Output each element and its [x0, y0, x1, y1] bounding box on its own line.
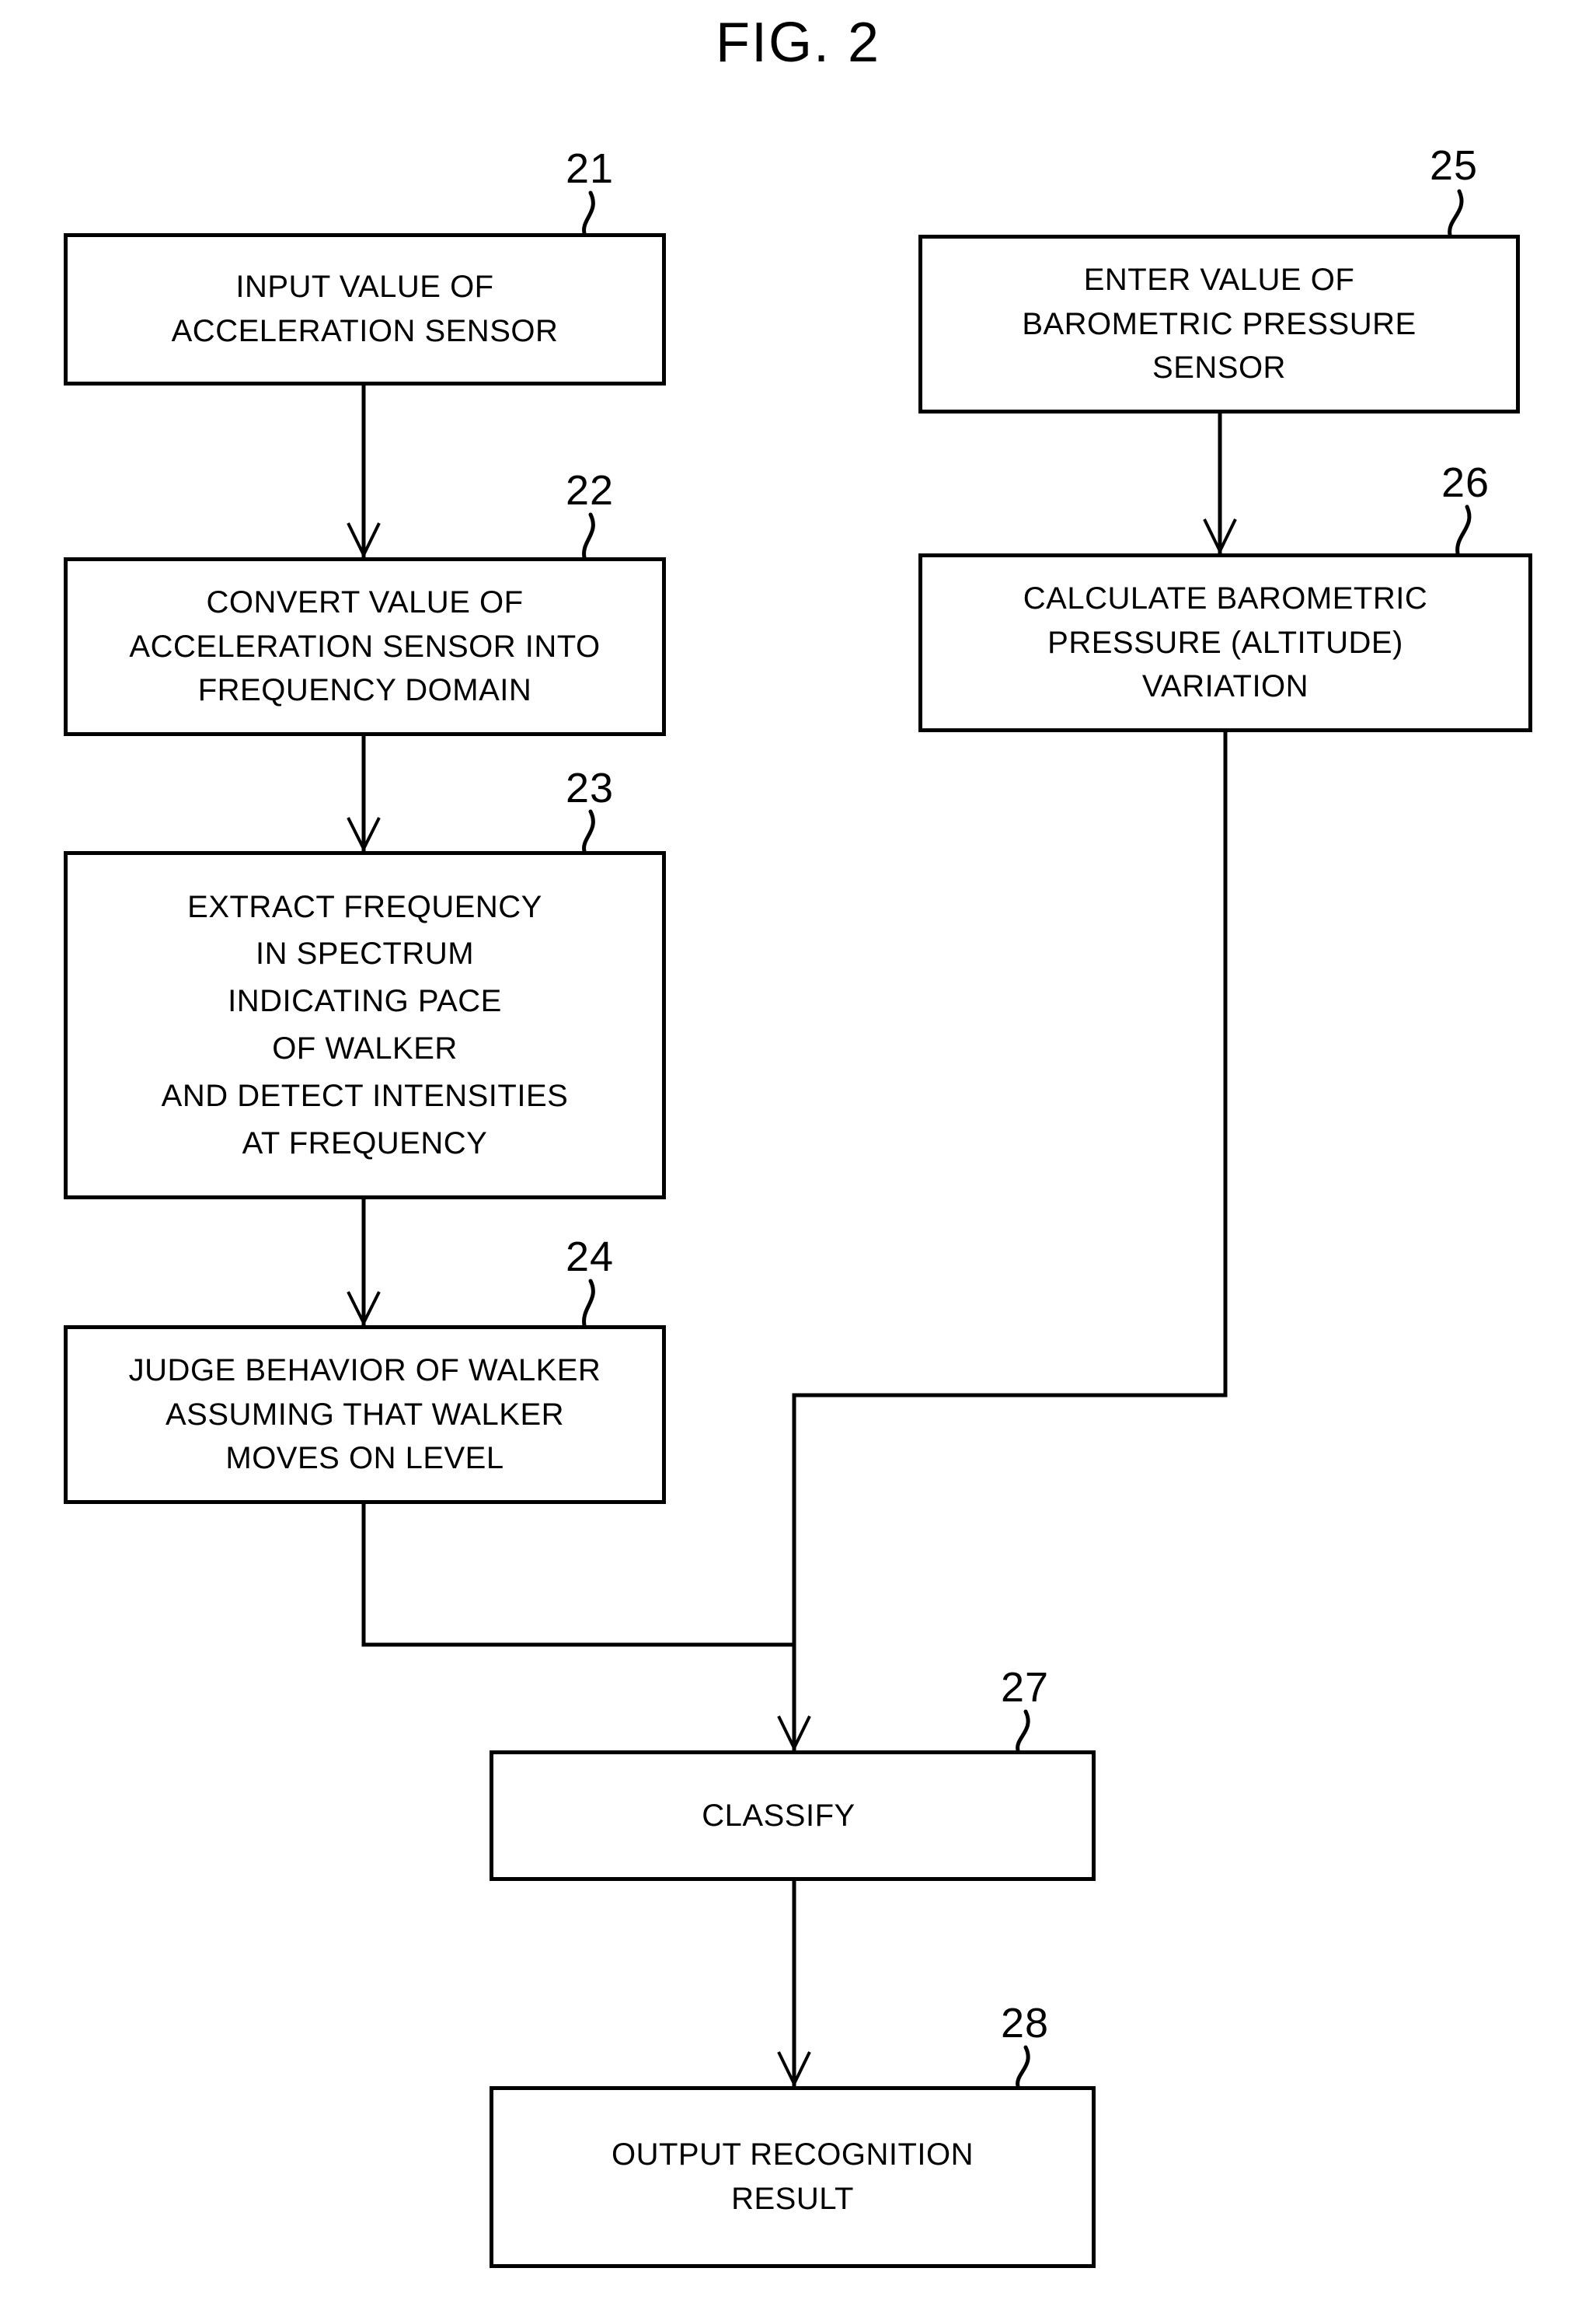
- page-title: FIG. 2: [715, 12, 881, 74]
- process-box-label: OUTPUT RECOGNITION RESULT: [611, 2137, 974, 2216]
- process-box-output-recognition-result[interactable]: OUTPUT RECOGNITION RESULT: [490, 2086, 1096, 2268]
- reference-numeral-21: 21: [566, 145, 615, 192]
- leader-line-22: [582, 512, 595, 560]
- process-box-extract-frequency-spectrum[interactable]: EXTRACT FREQUENCY IN SPECTRUM INDICATING…: [64, 851, 666, 1199]
- leader-line-24: [582, 1279, 595, 1328]
- leader-line-27: [1016, 1709, 1030, 1753]
- figure-sheet: FIG. 2 INPUT VALUE OF ACCELERATION SENSO…: [0, 0, 1596, 2317]
- arrow-23-to-24: [347, 1199, 381, 1327]
- arrow-27-to-28: [777, 1881, 811, 2088]
- leader-line-21: [582, 190, 595, 236]
- path-26-to-27: [777, 732, 1228, 1752]
- path-24-to-27: [361, 1504, 794, 1647]
- process-box-classify[interactable]: CLASSIFY: [490, 1750, 1096, 1881]
- reference-numeral-25: 25: [1430, 142, 1479, 189]
- reference-numeral-22: 22: [566, 467, 615, 514]
- arrow-22-to-23: [347, 736, 381, 853]
- process-box-label: INPUT VALUE OF ACCELERATION SENSOR: [171, 270, 559, 348]
- reference-numeral-23: 23: [566, 765, 615, 811]
- process-box-calculate-pressure-variation[interactable]: CALCULATE BAROMETRIC PRESSURE (ALTITUDE)…: [918, 553, 1532, 732]
- process-box-judge-behavior-of-walker[interactable]: JUDGE BEHAVIOR OF WALKER ASSUMING THAT W…: [64, 1325, 666, 1504]
- process-box-label: EXTRACT FREQUENCY IN SPECTRUM INDICATING…: [161, 889, 569, 1160]
- process-box-label: ENTER VALUE OF BAROMETRIC PRESSURE SENSO…: [1022, 262, 1417, 386]
- process-box-input-acceleration-sensor[interactable]: INPUT VALUE OF ACCELERATION SENSOR: [64, 233, 666, 386]
- reference-numeral-26: 26: [1441, 459, 1490, 506]
- reference-numeral-24: 24: [566, 1234, 615, 1280]
- reference-numeral-28: 28: [1001, 2000, 1050, 2047]
- process-box-enter-barometric-pressure[interactable]: ENTER VALUE OF BAROMETRIC PRESSURE SENSO…: [918, 235, 1520, 414]
- leader-line-26: [1455, 504, 1472, 556]
- process-box-label: JUDGE BEHAVIOR OF WALKER ASSUMING THAT W…: [128, 1352, 601, 1476]
- reference-numeral-27: 27: [1001, 1664, 1050, 1711]
- process-box-label: CONVERT VALUE OF ACCELERATION SENSOR INT…: [129, 584, 601, 708]
- leader-line-28: [1016, 2045, 1030, 2088]
- arrow-25-to-26: [1203, 414, 1237, 555]
- process-box-label: CLASSIFY: [702, 1798, 855, 1833]
- leader-line-23: [582, 809, 595, 853]
- leader-line-25: [1448, 189, 1464, 237]
- process-box-label: CALCULATE BAROMETRIC PRESSURE (ALTITUDE)…: [1023, 581, 1428, 704]
- arrow-21-to-22: [347, 386, 381, 559]
- process-box-convert-to-frequency-domain[interactable]: CONVERT VALUE OF ACCELERATION SENSOR INT…: [64, 557, 666, 736]
